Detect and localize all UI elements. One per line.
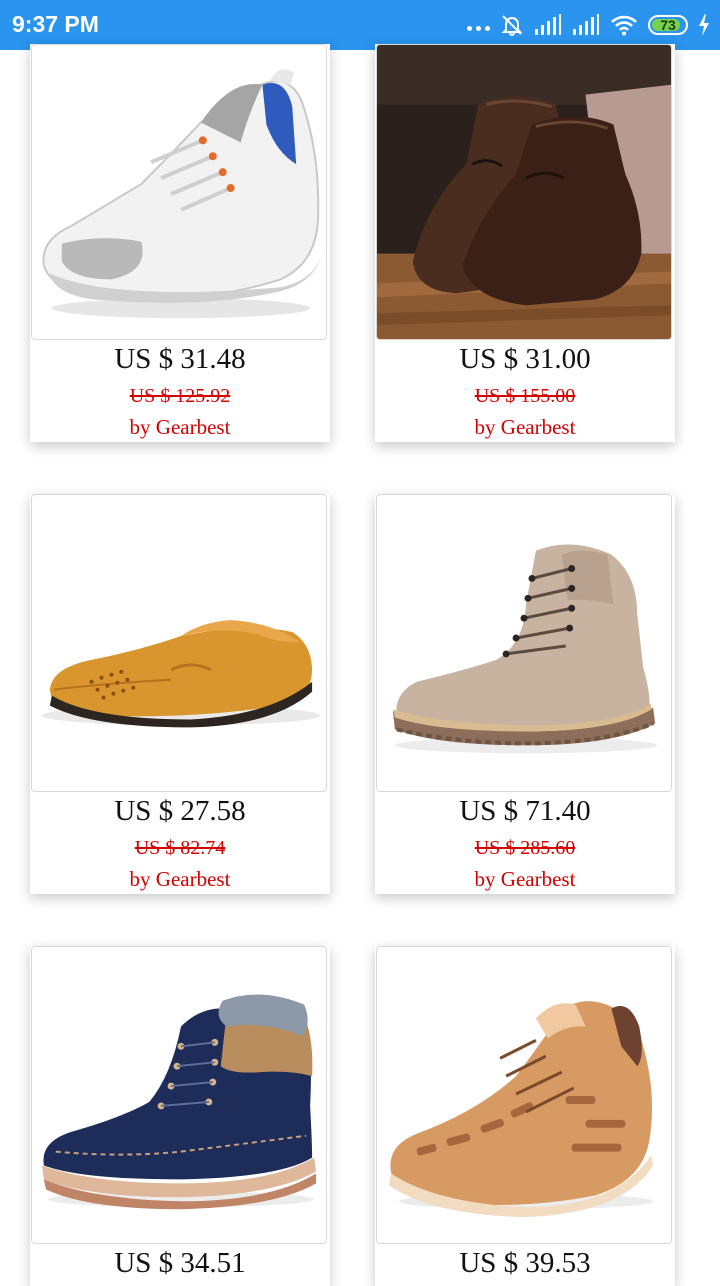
status-icons: 73 (467, 12, 710, 38)
wifi-icon (611, 15, 637, 36)
product-price: US $ 31.00 (459, 343, 591, 375)
product-price: US $ 31.48 (114, 343, 246, 375)
product-price: US $ 39.53 (459, 1247, 591, 1279)
product-price: US $ 34.51 (114, 1247, 246, 1279)
signal-icon-2 (573, 14, 599, 35)
battery-icon: 73 (648, 15, 688, 35)
product-original-price: US $ 285.60 (474, 837, 576, 859)
tan-loafer-icon (41, 620, 321, 728)
beige-boot-icon (392, 544, 658, 754)
product-price: US $ 27.58 (114, 795, 246, 827)
product-image[interactable] (376, 44, 672, 340)
brown-leather-shoes-icon (377, 45, 671, 339)
product-image[interactable] (376, 494, 672, 792)
product-card[interactable]: US $ 39.53 (375, 946, 675, 1286)
product-original-price: US $ 82.74 (134, 837, 226, 859)
product-seller[interactable]: by Gearbest (375, 415, 675, 440)
product-card[interactable]: US $ 34.51 (30, 946, 330, 1286)
product-seller[interactable]: by Gearbest (375, 867, 675, 892)
navy-winter-boot-icon (41, 994, 317, 1210)
product-original-price: US $ 155.00 (474, 385, 576, 407)
silent-bell-icon (501, 15, 523, 36)
product-seller[interactable]: by Gearbest (30, 867, 330, 892)
product-card[interactable]: US $ 31.00 US $ 155.00 by Gearbest (375, 44, 675, 442)
white-sneaker-icon (42, 69, 323, 319)
product-image[interactable] (31, 494, 327, 792)
orange-knit-sneaker-icon (388, 1001, 654, 1218)
product-original-price: US $ 125.92 (129, 385, 231, 407)
product-seller[interactable]: by Gearbest (30, 415, 330, 440)
product-price: US $ 71.40 (459, 795, 591, 827)
product-card[interactable]: US $ 27.58 US $ 82.74 by Gearbest (30, 494, 330, 894)
more-notifications-icon (467, 25, 490, 31)
battery-level: 73 (660, 17, 676, 33)
signal-icon (535, 14, 561, 35)
status-bar: 9:37 PM 73 (0, 0, 720, 50)
product-card[interactable]: US $ 71.40 US $ 285.60 by Gearbest (375, 494, 675, 894)
status-time: 9:37 PM (12, 11, 99, 37)
product-card[interactable]: US $ 31.48 US $ 125.92 by Gearbest (30, 44, 330, 442)
charging-icon (699, 14, 709, 36)
product-image[interactable] (376, 946, 672, 1244)
product-image[interactable] (31, 44, 327, 340)
product-image[interactable] (31, 946, 327, 1244)
